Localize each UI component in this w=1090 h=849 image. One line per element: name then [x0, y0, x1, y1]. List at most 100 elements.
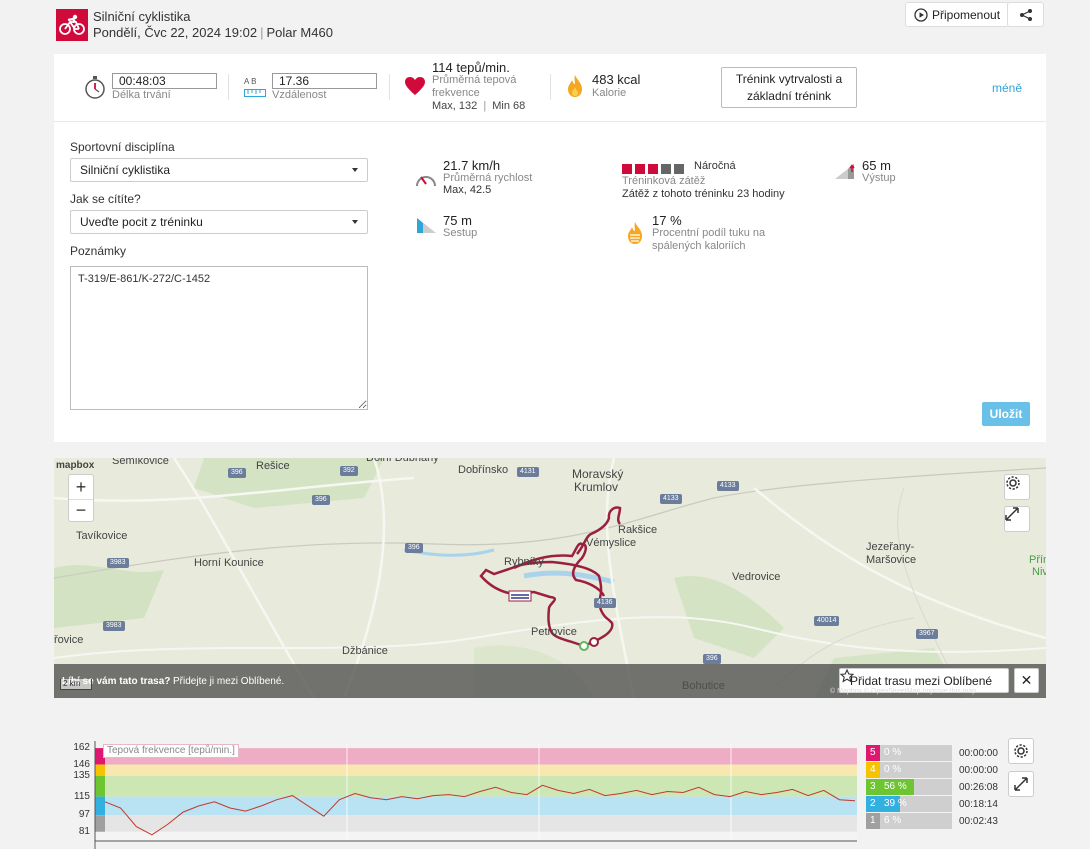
- feeling-select-value: Uveďte pocit z tréninku: [80, 215, 203, 229]
- sport-title: Silniční cyklistika: [93, 9, 191, 24]
- y-tick-label: 115: [74, 790, 90, 802]
- calories-value: 483 kcal: [592, 72, 641, 87]
- chart-settings-button[interactable]: [1008, 738, 1034, 764]
- chart-title: Tepová frekvence [tepů/min.]: [103, 744, 239, 758]
- map-attribution[interactable]: © Mapbox © OpenStreetMap Improve this ma…: [830, 688, 976, 695]
- close-banner-button[interactable]: ✕: [1014, 668, 1039, 693]
- distance-label: Vzdálenost: [272, 89, 327, 101]
- zoom-out-button[interactable]: −: [69, 499, 93, 521]
- gear-icon: [1006, 476, 1020, 490]
- less-link[interactable]: méně: [992, 81, 1022, 95]
- road-number: 392: [340, 466, 358, 476]
- hr-zone-marker: [95, 796, 105, 816]
- share-icon: [1019, 8, 1032, 21]
- map-place-label: Maršovice: [866, 554, 917, 566]
- notes-textarea[interactable]: T-319/E-861/K-272/C-1452: [70, 266, 368, 410]
- road-number: 4133: [717, 481, 739, 491]
- training-load-square: [648, 164, 658, 174]
- chart-background: [95, 831, 857, 841]
- hr-zone-band: [95, 775, 857, 797]
- road-number: 4133: [660, 494, 682, 504]
- remind-button[interactable]: Připomenout: [905, 2, 1010, 27]
- duration-label: Délka trvání: [112, 89, 171, 101]
- cycling-icon: [56, 9, 88, 41]
- workout-date-device: Pondělí, Čvc 22, 2024 19:02 | Polar M460: [93, 25, 333, 40]
- training-load-square: [635, 164, 645, 174]
- y-tick-label: 81: [78, 825, 90, 837]
- map-place-label: Horní Kounice: [194, 557, 264, 569]
- add-favorite-label: Přidat trasu mezi Oblíbené: [850, 673, 993, 688]
- fat-percent-label: Procentní podíl tuku na spálených kalori…: [652, 227, 766, 252]
- road-number: 4131: [517, 467, 539, 477]
- heart-rate-label: Průměrná tepová frekvence: [432, 74, 517, 99]
- map-place-label: Dobřínsko: [458, 464, 509, 476]
- summary-bar: Délka trvání A B Vzdálenost 114 tepů/min…: [54, 54, 1046, 122]
- share-button[interactable]: [1007, 2, 1044, 27]
- road-number: 396: [228, 468, 246, 478]
- hr-zone-time: 00:02:43: [959, 816, 998, 827]
- descent-icon: [417, 218, 436, 233]
- hr-zone-time: 00:26:08: [959, 782, 998, 793]
- map-place-label: Vedrovice: [732, 571, 781, 583]
- training-benefit-button[interactable]: Trénink vytrvalosti a základní trénink: [721, 67, 857, 108]
- road-number: 4136: [594, 598, 616, 608]
- hr-zone-number: 5: [870, 747, 876, 758]
- workout-detail-card: Délka trvání A B Vzdálenost 114 tepů/min…: [54, 54, 1046, 442]
- hr-zone-band: [95, 815, 857, 832]
- map-fullscreen-button[interactable]: [1004, 506, 1030, 532]
- descent-label: Sestup: [443, 227, 478, 239]
- road-number: 3983: [103, 621, 125, 631]
- heart-rate-value: 114 tepů/min.: [432, 60, 510, 75]
- map-place-label: Vémyslice: [586, 537, 637, 549]
- zoom-in-button[interactable]: +: [76, 475, 87, 499]
- hr-zone-time: 00:18:14: [959, 799, 998, 810]
- training-load-square: [622, 164, 632, 174]
- hr-zone-row: 2 39 %: [866, 796, 952, 812]
- hr-zone-time: 00:00:00: [959, 765, 998, 776]
- map-settings-button[interactable]: [1004, 474, 1030, 500]
- map-place-label: Rybníky: [504, 556, 544, 568]
- workout-date: Pondělí, Čvc 22, 2024 19:02: [93, 25, 258, 40]
- route-map[interactable]: mapbox Semíkovice Rešice Dolní Dubňany Dobř…: [54, 458, 1046, 698]
- map-place-label: Přím: [1029, 554, 1046, 566]
- hr-zone-number: 4: [870, 764, 876, 775]
- map-place-label: Jezeřany-: [866, 541, 915, 553]
- favorite-route-banner: Líbí se vám tato trasa? Přidejte ji mezi…: [54, 664, 1046, 698]
- duration-field[interactable]: [112, 73, 217, 89]
- hr-zone-marker: [95, 764, 105, 776]
- sport-select[interactable]: Silniční cyklistika: [70, 158, 368, 182]
- hr-zone-marker: [95, 815, 105, 832]
- ruler-icon: [244, 89, 266, 97]
- device-name: Polar M460: [266, 25, 333, 40]
- training-load-level: Náročná: [694, 160, 736, 172]
- y-tick-label: 146: [73, 758, 90, 770]
- gear-icon: [1014, 744, 1028, 758]
- mapbox-logo: mapbox: [56, 460, 95, 471]
- map-place-label: Petrovice: [531, 626, 577, 638]
- distance-field[interactable]: [272, 73, 377, 89]
- chevron-down-icon: [352, 168, 358, 172]
- ascent-value: 65 m: [862, 158, 891, 173]
- y-tick-label: 162: [73, 742, 90, 754]
- ascent-icon: [835, 164, 855, 179]
- distance-ab-label: A B: [244, 77, 257, 86]
- chart-fullscreen-button[interactable]: [1008, 771, 1034, 797]
- calories-label: Kalorie: [592, 87, 627, 99]
- sport-select-value: Silniční cyklistika: [80, 163, 171, 177]
- fat-burn-icon: [628, 222, 642, 244]
- hr-zone-time: 00:00:00: [959, 748, 998, 759]
- avg-speed-value: 21.7 km/h: [443, 158, 501, 173]
- hr-zone-row: 5 0 %: [866, 745, 952, 761]
- feeling-select[interactable]: Uveďte pocit z tréninku: [70, 210, 368, 234]
- notes-label: Poznámky: [70, 244, 127, 258]
- map-place-label: Dolní Dubňany: [366, 458, 439, 464]
- descent-value: 75 m: [443, 213, 472, 228]
- save-button[interactable]: Uložit: [982, 402, 1030, 426]
- hr-zone-band: [95, 764, 857, 776]
- expand-icon: [1014, 777, 1028, 791]
- hr-zone-number: 2: [870, 798, 876, 809]
- y-tick-label: 97: [78, 809, 90, 821]
- banner-hint: Přidejte ji mezi Oblíbené.: [173, 676, 285, 687]
- hr-zone-percent: 0 %: [884, 747, 902, 758]
- fat-percent-value: 17 %: [652, 213, 682, 228]
